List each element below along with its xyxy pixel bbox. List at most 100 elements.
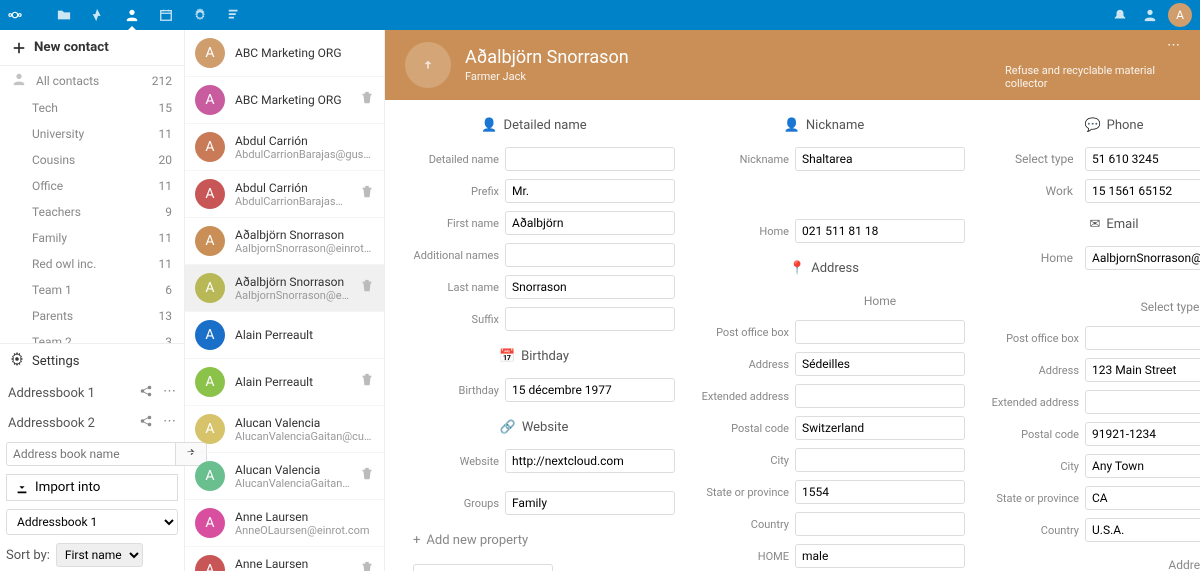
- logo[interactable]: [8, 8, 48, 22]
- activity-icon[interactable]: [90, 7, 106, 23]
- sidebar-group-item[interactable]: Red owl inc.11: [0, 251, 184, 277]
- group-count: 13: [159, 309, 173, 323]
- import-target-select[interactable]: Addressbook 1: [6, 509, 178, 535]
- delete-icon[interactable]: [360, 467, 374, 485]
- delete-icon[interactable]: [360, 185, 374, 203]
- user-icon: 👤: [784, 118, 800, 133]
- sidebar-group-item[interactable]: All contacts212: [0, 66, 184, 95]
- contacts-icon[interactable]: [124, 7, 140, 23]
- addr1-postal-input[interactable]: [795, 416, 965, 440]
- user-avatar[interactable]: A: [1168, 3, 1192, 27]
- sidebar-group-item[interactable]: Team 16: [0, 277, 184, 303]
- settings-toggle[interactable]: Settings: [0, 343, 184, 378]
- share-icon[interactable]: [139, 384, 153, 402]
- more-icon[interactable]: ⋯: [163, 384, 176, 402]
- section-addressbook: Addressbook: [973, 558, 1200, 571]
- addr2-city-input[interactable]: [1085, 454, 1200, 478]
- contact-list-item[interactable]: AABC Marketing ORG: [185, 30, 384, 77]
- phone1-input[interactable]: [1085, 147, 1200, 171]
- email-input[interactable]: [1085, 246, 1200, 270]
- files-icon[interactable]: [56, 7, 72, 23]
- contact-name: ABC Marketing ORG: [235, 46, 374, 60]
- contact-list-item[interactable]: AAlain Perreault: [185, 359, 384, 406]
- share-icon[interactable]: [139, 414, 153, 432]
- detailed-name-input[interactable]: [505, 147, 675, 171]
- sidebar-group-item[interactable]: Teachers9: [0, 199, 184, 225]
- contact-name: ABC Marketing ORG: [235, 93, 350, 107]
- upload-avatar[interactable]: [405, 42, 451, 88]
- addr1-country-input[interactable]: [795, 512, 965, 536]
- additional-input[interactable]: [505, 243, 675, 267]
- menu-icon[interactable]: [226, 7, 242, 23]
- addr1-type[interactable]: [795, 290, 965, 312]
- addr1-po-input[interactable]: [795, 320, 965, 344]
- sort-select[interactable]: First name: [56, 543, 143, 567]
- addr2-country-input[interactable]: [1085, 518, 1200, 542]
- addr1-state-input[interactable]: [795, 480, 965, 504]
- phone2-input[interactable]: [1085, 179, 1200, 203]
- sidebar-group-item[interactable]: Cousins20: [0, 147, 184, 173]
- contact-list-item[interactable]: AAlain Perreault: [185, 312, 384, 359]
- sidebar-group-item[interactable]: University11: [0, 121, 184, 147]
- nickname-input[interactable]: [795, 147, 965, 171]
- addr1-ext-input[interactable]: [795, 384, 965, 408]
- property-type-select[interactable]: Choose property type: [413, 564, 553, 571]
- contact-email: AbdulCarrionBarajas@gustr.com: [235, 195, 350, 208]
- more-icon[interactable]: ⋯: [163, 414, 176, 432]
- contact-list-item[interactable]: AAbdul CarriónAbdulCarrionBarajas@gustr.…: [185, 124, 384, 171]
- new-contact-button[interactable]: New contact: [0, 30, 184, 66]
- group-count: 20: [159, 153, 173, 167]
- delete-icon[interactable]: [360, 279, 374, 297]
- app-header: A: [0, 0, 1200, 30]
- sidebar-group-item[interactable]: Team 23: [0, 329, 184, 343]
- groups-input[interactable]: [505, 491, 675, 515]
- suffix-input[interactable]: [505, 307, 675, 331]
- notifications-icon[interactable]: [1112, 7, 1128, 23]
- sidebar-group-item[interactable]: Parents13: [0, 303, 184, 329]
- add-property-button[interactable]: +Add new property: [413, 533, 675, 548]
- calendar-icon[interactable]: [158, 7, 174, 23]
- share-icon[interactable]: [1142, 7, 1158, 23]
- sidebar-group-item[interactable]: Tech15: [0, 95, 184, 121]
- prefix-input[interactable]: [505, 179, 675, 203]
- contact-list-item[interactable]: AABC Marketing ORG: [185, 77, 384, 124]
- settings-nav-icon[interactable]: [192, 7, 208, 23]
- addr2-postal-input[interactable]: [1085, 422, 1200, 446]
- addr2-po-input[interactable]: [1085, 326, 1200, 350]
- delete-icon[interactable]: [360, 373, 374, 391]
- phone1-type[interactable]: [1009, 148, 1079, 170]
- sidebar-group-item[interactable]: Family11: [0, 225, 184, 251]
- phone2-type[interactable]: [1009, 180, 1079, 202]
- new-contact-label: New contact: [34, 40, 109, 55]
- addr2-type[interactable]: [1085, 296, 1200, 318]
- addr1-address-input[interactable]: [795, 352, 965, 376]
- addr2-state-input[interactable]: [1085, 486, 1200, 510]
- delete-icon[interactable]: [360, 91, 374, 109]
- delete-icon[interactable]: [360, 561, 374, 571]
- addr2-address-input[interactable]: [1085, 358, 1200, 382]
- contact-list-item[interactable]: AAbdul CarriónAbdulCarrionBarajas@gustr.…: [185, 171, 384, 218]
- contact-name: Alain Perreault: [235, 375, 350, 389]
- calendar-icon: 📅: [499, 349, 515, 364]
- firstname-input[interactable]: [505, 211, 675, 235]
- more-icon[interactable]: ⋯: [1167, 38, 1180, 53]
- addressbook-name-input[interactable]: [6, 442, 176, 466]
- addr1-home-input[interactable]: [795, 544, 965, 568]
- location-icon: 📍: [789, 261, 805, 276]
- contact-list-item[interactable]: AAðalbjörn SnorrasonAalbjornSnorrason@ei…: [185, 218, 384, 265]
- sidebar-group-item[interactable]: Office11: [0, 173, 184, 199]
- contact-list-item[interactable]: AAlucan ValenciaAlucanValenciaGaitan@cuv…: [185, 453, 384, 500]
- contact-list-item[interactable]: AAnne LaursenAnneOLaursen@einrot.com: [185, 547, 384, 571]
- contact-list-item[interactable]: AAðalbjörn SnorrasonAalbjornSnorrason@ei…: [185, 265, 384, 312]
- lastname-input[interactable]: [505, 275, 675, 299]
- phone-home-input[interactable]: [795, 219, 965, 243]
- section-phone: Phone: [1107, 118, 1144, 133]
- email-type[interactable]: [1009, 247, 1079, 269]
- contact-list-item[interactable]: AAnne LaursenAnneOLaursen@einrot.com: [185, 500, 384, 547]
- addr2-ext-input[interactable]: [1085, 390, 1200, 414]
- website-input[interactable]: [505, 449, 675, 473]
- import-button[interactable]: Import into: [6, 474, 178, 501]
- birthday-input[interactable]: [505, 378, 675, 402]
- contact-list-item[interactable]: AAlucan ValenciaAlucanValenciaGaitan@cuv…: [185, 406, 384, 453]
- addr1-city-input[interactable]: [795, 448, 965, 472]
